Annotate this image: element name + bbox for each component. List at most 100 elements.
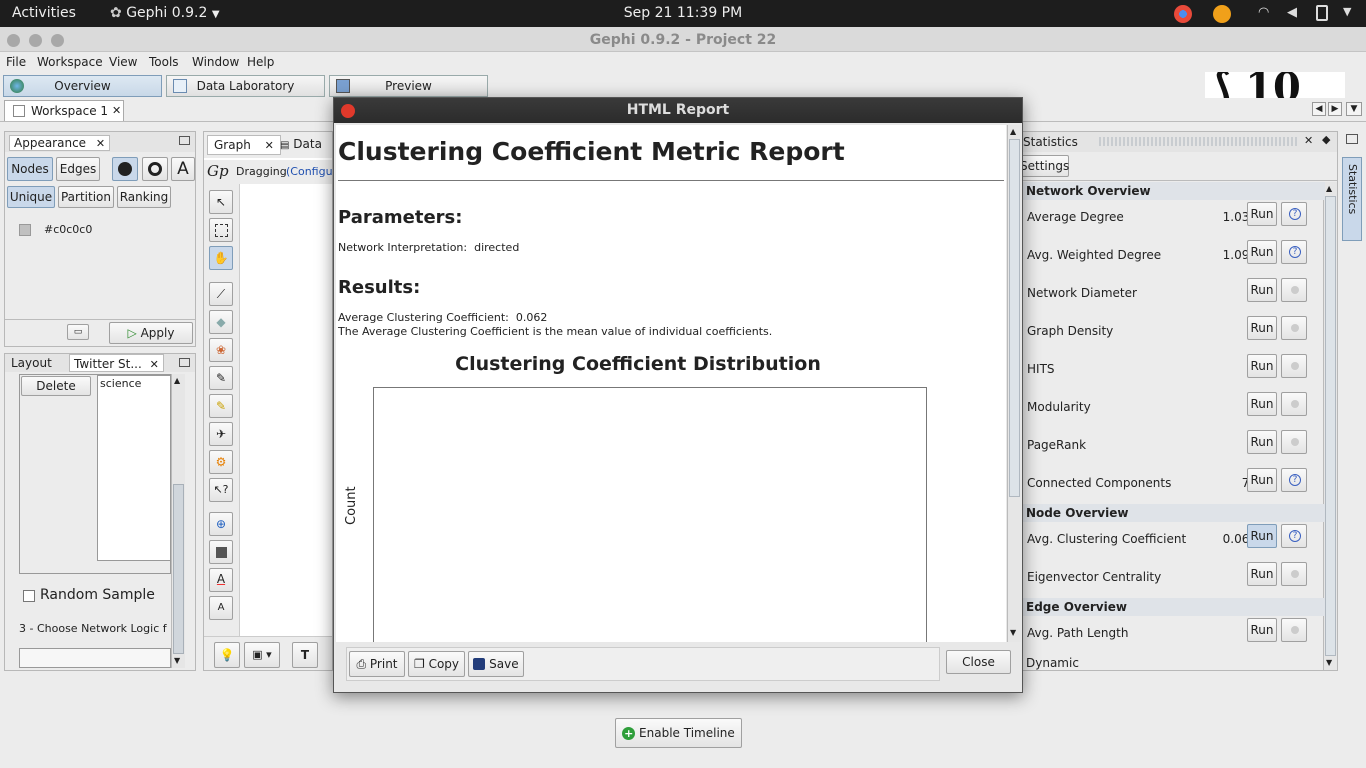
help-icon[interactable]: ? — [1281, 202, 1307, 226]
copy-button[interactable]: ❐ Copy — [408, 651, 465, 677]
volume-icon[interactable]: ◀ — [1287, 5, 1305, 23]
enable-timeline-button[interactable]: + Enable Timeline — [615, 718, 742, 748]
airplane-icon[interactable]: ✈ — [209, 422, 233, 446]
unique-tab[interactable]: Unique — [7, 186, 55, 208]
close-icon[interactable]: ✕ — [1304, 134, 1313, 147]
appearance-tab[interactable]: Appearance ✕ — [9, 135, 111, 151]
select-cursor-icon[interactable]: ↖ — [209, 190, 233, 214]
nodes-tab[interactable]: Nodes — [7, 157, 53, 181]
run-button[interactable]: Run — [1247, 354, 1277, 378]
save-button[interactable]: Save — [468, 651, 524, 677]
run-button[interactable]: Run — [1247, 430, 1277, 454]
tab-scroll-right-icon[interactable]: ▶ — [1328, 102, 1342, 116]
wifi-icon[interactable]: ◠ — [1258, 5, 1276, 23]
overview-tab[interactable]: Overview — [3, 75, 162, 97]
menu-workspace[interactable]: Workspace — [37, 55, 103, 69]
partition-tab[interactable]: Partition — [58, 186, 114, 208]
color-wheel-icon[interactable]: ❀ — [209, 338, 233, 362]
run-button[interactable]: Run — [1247, 240, 1277, 264]
minimize-icon[interactable] — [179, 358, 190, 367]
scroll-thumb[interactable] — [1325, 196, 1336, 656]
color-palette-icon[interactable] — [112, 157, 138, 181]
network-overview-header[interactable]: Network Overview — [1020, 182, 1325, 200]
run-button[interactable]: Run — [1247, 278, 1277, 302]
close-icon[interactable]: ✕ — [96, 137, 105, 150]
preview-tab[interactable]: Preview — [329, 75, 488, 97]
close-button[interactable]: Close — [946, 650, 1011, 674]
help-icon[interactable]: ? — [1281, 524, 1307, 548]
scroll-thumb[interactable] — [173, 484, 184, 654]
layout-tab[interactable]: Layout — [11, 356, 52, 370]
run-button[interactable]: Run — [1247, 468, 1277, 492]
rectangle-select-icon[interactable] — [209, 218, 233, 242]
ranking-tab[interactable]: Ranking — [117, 186, 171, 208]
background-color-icon[interactable] — [209, 540, 233, 564]
battery-icon[interactable] — [1316, 5, 1328, 21]
browser-icon[interactable] — [1174, 5, 1192, 23]
run-button[interactable]: Run — [1247, 524, 1277, 548]
panel-scrollbar[interactable]: ▲ ▼ — [171, 374, 185, 668]
restore-window-icon[interactable] — [1346, 134, 1358, 144]
dialog-close-icon[interactable] — [341, 104, 355, 118]
panel-menu-icon[interactable]: ◆ — [1322, 133, 1330, 146]
help-cursor-icon[interactable]: ↖? — [209, 478, 233, 502]
clock[interactable]: Sep 21 11:39 PM — [0, 5, 1366, 21]
menu-window[interactable]: Window — [192, 55, 239, 69]
close-icon[interactable]: ✕ — [112, 104, 121, 117]
logic-select[interactable] — [19, 648, 171, 668]
font-size-icon[interactable]: A — [209, 596, 233, 620]
drag-hand-icon[interactable]: ✋ — [209, 246, 233, 270]
zoom-icon[interactable]: ⊕ — [209, 512, 233, 536]
report-scrollbar[interactable]: ▲ ▼ — [1007, 125, 1021, 642]
dynamic-header[interactable]: Dynamic — [1020, 654, 1325, 672]
tab-scroll-left-icon[interactable]: ◀ — [1312, 102, 1326, 116]
list-item[interactable]: science — [100, 377, 141, 390]
drag-grip[interactable] — [1099, 137, 1299, 146]
lightbulb-icon[interactable]: 💡 — [214, 642, 240, 668]
data-table-tab[interactable]: ▤ Data — [280, 137, 322, 151]
keyboard-icon[interactable]: ▭ — [67, 324, 89, 340]
pencil-icon[interactable]: ✎ — [209, 366, 233, 390]
color-swatch[interactable] — [19, 224, 31, 236]
scroll-down-icon[interactable]: ▼ — [174, 656, 180, 665]
scroll-up-icon[interactable]: ▲ — [174, 376, 180, 385]
edge-overview-header[interactable]: Edge Overview — [1020, 598, 1325, 616]
highlighter-icon[interactable]: ✎ — [209, 394, 233, 418]
word-list[interactable]: science — [97, 375, 171, 561]
statistics-title[interactable]: Statistics — [1023, 135, 1078, 149]
run-button[interactable]: Run — [1247, 316, 1277, 340]
edges-tab[interactable]: Edges — [56, 157, 100, 181]
menu-tools[interactable]: Tools — [149, 55, 179, 69]
diamond-icon[interactable]: ◆ — [209, 310, 233, 334]
camera-icon[interactable]: ▣ ▾ — [244, 642, 280, 668]
node-overview-header[interactable]: Node Overview — [1020, 504, 1325, 522]
run-button[interactable]: Run — [1247, 202, 1277, 226]
size-icon[interactable] — [142, 157, 168, 181]
font-color-icon[interactable]: A — [209, 568, 233, 592]
text-tool-icon[interactable]: T — [292, 642, 318, 668]
statistics-scrollbar[interactable]: ▲ ▼ — [1323, 182, 1337, 670]
label-color-icon[interactable]: A — [171, 157, 195, 181]
print-button[interactable]: ⎙ Print — [349, 651, 405, 677]
menu-help[interactable]: Help — [247, 55, 274, 69]
scroll-up-icon[interactable]: ▲ — [1326, 184, 1332, 193]
minimize-icon[interactable] — [179, 136, 190, 145]
help-icon[interactable]: ? — [1281, 240, 1307, 264]
close-icon[interactable]: ✕ — [150, 358, 159, 371]
run-button[interactable]: Run — [1247, 392, 1277, 416]
scroll-up-icon[interactable]: ▲ — [1010, 127, 1016, 136]
run-button[interactable]: Run — [1247, 562, 1277, 586]
scroll-down-icon[interactable]: ▼ — [1326, 658, 1332, 667]
scroll-thumb[interactable] — [1009, 139, 1020, 497]
run-button[interactable]: Run — [1247, 618, 1277, 642]
delete-button[interactable]: Delete — [21, 376, 91, 396]
gear-icon[interactable]: ⚙ — [209, 450, 233, 474]
menu-view[interactable]: View — [109, 55, 137, 69]
statistics-side-tab[interactable]: Statistics — [1342, 157, 1362, 241]
brush-icon[interactable]: ⟋ — [209, 282, 233, 306]
media-player-icon[interactable] — [1213, 5, 1231, 23]
graph-tab[interactable]: Graph ✕ — [207, 135, 281, 155]
help-icon[interactable]: ? — [1281, 468, 1307, 492]
tab-list-icon[interactable]: ▼ — [1346, 102, 1362, 116]
workspace-tab[interactable]: Workspace 1 ✕ — [4, 100, 124, 121]
